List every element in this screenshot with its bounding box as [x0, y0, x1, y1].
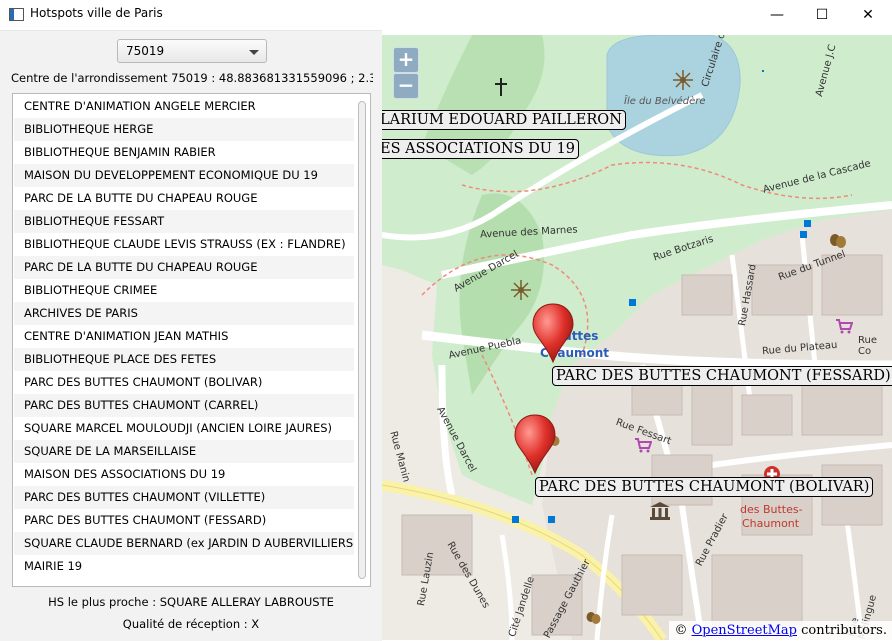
app-icon [9, 8, 24, 21]
street-label: Rue Co [858, 335, 877, 357]
zoom-in-button[interactable]: + [393, 47, 419, 73]
close-button[interactable]: ✕ [845, 0, 891, 30]
list-item[interactable]: PARC DES BUTTES CHAUMONT (CARREL) [14, 394, 354, 417]
arrondissement-select[interactable]: 75019 [117, 39, 267, 63]
minimize-button[interactable]: — [754, 0, 800, 30]
list-item[interactable]: SQUARE MARCEL MOULOUDJI (ANCIEN LOIRE JA… [14, 417, 354, 440]
map-attribution: © OpenStreetMap contributors. [669, 621, 892, 640]
list-item[interactable]: CENTRE D'ANIMATION ANGELE MERCIER [14, 95, 354, 118]
zoom-out-button[interactable]: − [393, 73, 419, 99]
map-marker-fessard-icon[interactable] [532, 302, 574, 364]
shop-icon [836, 319, 853, 334]
attribution-prefix: © [674, 623, 692, 638]
title-bar: Hotspots ville de Paris — ☐ ✕ [0, 0, 892, 30]
townhall-label: des Buttes- [740, 503, 803, 516]
list-item[interactable]: BIBLIOTHEQUE HERGE [14, 118, 354, 141]
map-label-pailleron[interactable]: LARIUM EDOUARD PAILLERON [382, 110, 626, 130]
list-item[interactable]: CENTRE D'ANIMATION JEAN MATHIS [14, 325, 354, 348]
map-view[interactable]: Île du Belvédère Avenue de la Cascade Av… [382, 35, 892, 640]
map-label-bolivar[interactable]: PARC DES BUTTES CHAUMONT (BOLIVAR) [535, 477, 874, 497]
theatre-icon [830, 234, 846, 248]
list-item[interactable]: PARC DES BUTTES CHAUMONT (BOLIVAR) [14, 371, 354, 394]
townhall-icon [650, 502, 670, 520]
list-item[interactable]: BIBLIOTHEQUE CRIMEE [14, 279, 354, 302]
list-scrollbar[interactable] [355, 95, 369, 585]
arrondissement-center-text: Centre de l'arrondissement 75019 : 48.88… [11, 71, 373, 85]
monument-icon [673, 70, 693, 90]
viewpoint-icon [511, 280, 531, 300]
reception-quality-text: Qualité de réception : X [122, 617, 260, 631]
left-panel: 75019 Centre de l'arrondissement 75019 :… [0, 30, 382, 641]
maximize-button[interactable]: ☐ [799, 0, 845, 30]
map-label-fessard[interactable]: PARC DES BUTTES CHAUMONT (FESSARD) [552, 366, 892, 386]
street-label: Île du Belvédère [624, 96, 706, 107]
openstreetmap-link[interactable]: OpenStreetMap [692, 623, 797, 638]
list-item[interactable]: BIBLIOTHEQUE BENJAMIN RABIER [14, 141, 354, 164]
list-item[interactable]: MAIRIE 19 [14, 555, 354, 578]
list-item[interactable]: SQUARE CLAUDE BERNARD (ex JARDIN D AUBER… [14, 532, 354, 555]
arrondissement-value: 75019 [126, 44, 165, 58]
list-item[interactable]: PARC DES BUTTES CHAUMONT (VILLETTE) [14, 486, 354, 509]
hotspot-list[interactable]: MAIRIE 19 SQUARE CLAUDE BERNARD (ex JARDI… [12, 93, 371, 587]
list-item[interactable]: ARCHIVES DE PARIS [14, 302, 354, 325]
list-item[interactable]: BIBLIOTHEQUE FESSART [14, 210, 354, 233]
list-item[interactable]: BIBLIOTHEQUE CLAUDE LEVIS STRAUSS (EX : … [14, 233, 354, 256]
scrollbar-thumb[interactable] [358, 101, 366, 579]
map-label-associations[interactable]: ES ASSOCIATIONS DU 19 [382, 139, 580, 159]
list-item[interactable]: MAISON DES ASSOCIATIONS DU 19 [14, 463, 354, 486]
map-marker-bolivar-icon[interactable] [514, 413, 556, 475]
list-item[interactable]: MAISON DU DEVELOPPEMENT ECONOMIQUE DU 19 [14, 164, 354, 187]
church-icon [495, 78, 507, 96]
list-item[interactable]: PARC DE LA BUTTE DU CHAPEAU ROUGE [14, 187, 354, 210]
window-title: Hotspots ville de Paris [30, 6, 163, 20]
chevron-down-icon [249, 50, 259, 55]
list-item[interactable]: BIBLIOTHEQUE PLACE DES FETES [14, 348, 354, 371]
list-item[interactable]: SQUARE DE LA MARSEILLAISE [14, 440, 354, 463]
nearest-hotspot-text: HS le plus proche : SQUARE ALLERAY LABRO… [48, 595, 334, 609]
townhall-label: Chaumont [742, 517, 800, 530]
theatre-icon-3 [586, 612, 601, 624]
list-item[interactable]: PARC DE LA BUTTE DU CHAPEAU ROUGE [14, 256, 354, 279]
attribution-suffix: contributors. [797, 623, 887, 638]
list-item[interactable]: PARC DES BUTTES CHAUMONT (FESSARD) [14, 509, 354, 532]
